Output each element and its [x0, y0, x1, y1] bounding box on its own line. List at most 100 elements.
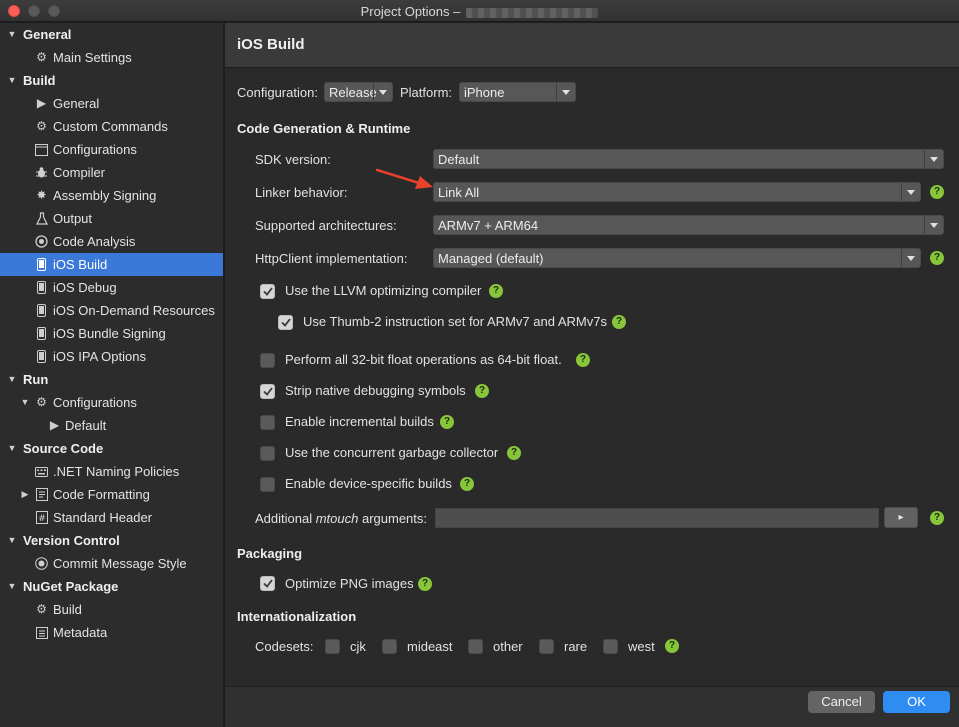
help-icon[interactable]: ?	[418, 577, 432, 591]
expanded-triangle-icon[interactable]: ▼	[6, 368, 18, 391]
thumb2-label: Use Thumb-2 instruction set for ARMv7 an…	[303, 314, 607, 329]
seal-icon: ✸	[36, 188, 47, 202]
expanded-triangle-icon[interactable]: ▼	[6, 69, 18, 92]
codeset-rare-checkbox[interactable]	[539, 639, 554, 654]
sidebar-item-compiler[interactable]: Compiler	[0, 161, 223, 184]
help-icon[interactable]: ?	[612, 315, 626, 329]
concurrent-gc-checkbox[interactable]	[260, 446, 275, 461]
sidebar-item-run-default[interactable]: ▶ Default	[0, 414, 223, 437]
linker-behavior-dropdown[interactable]: Link All	[433, 182, 921, 202]
sidebar-section-version-control[interactable]: ▼ Version Control	[0, 529, 223, 552]
help-icon[interactable]: ?	[930, 251, 944, 265]
play-icon: ▶	[49, 418, 60, 432]
help-icon[interactable]: ?	[489, 284, 503, 298]
sidebar-item-naming-policies[interactable]: .NET Naming Policies	[0, 460, 223, 483]
sidebar-item-ios-ipa-options[interactable]: iOS IPA Options	[0, 345, 223, 368]
sidebar-section-label: Run	[23, 372, 49, 387]
sidebar-section-source-code[interactable]: ▼ Source Code	[0, 437, 223, 460]
expanded-triangle-icon[interactable]: ▼	[6, 529, 18, 552]
sidebar-item-standard-header[interactable]: # Standard Header	[0, 506, 223, 529]
sidebar-item-output[interactable]: Output	[0, 207, 223, 230]
phone-icon	[35, 258, 48, 271]
help-icon[interactable]: ?	[930, 185, 944, 199]
sidebar-section-build[interactable]: ▼ Build	[0, 69, 223, 92]
help-icon[interactable]: ?	[665, 639, 679, 653]
device-specific-builds-label: Enable device-specific builds	[285, 476, 452, 491]
sidebar-section-label: NuGet Package	[23, 579, 119, 594]
bug-icon	[35, 166, 48, 179]
llvm-checkbox[interactable]	[260, 284, 275, 299]
float64-checkbox[interactable]	[260, 353, 275, 368]
help-icon[interactable]: ?	[507, 446, 521, 460]
codeset-mideast-label: mideast	[407, 639, 453, 654]
sidebar-item-ios-debug[interactable]: iOS Debug	[0, 276, 223, 299]
incremental-builds-checkbox[interactable]	[260, 415, 275, 430]
sidebar-item-code-formatting[interactable]: ▶ Code Formatting	[0, 483, 223, 506]
mtouch-arguments-label: Additional mtouch arguments:	[255, 511, 427, 526]
sidebar-item-main-settings[interactable]: ⚙ Main Settings	[0, 46, 223, 69]
sdk-version-dropdown[interactable]: Default	[433, 149, 944, 169]
codeset-cjk-checkbox[interactable]	[325, 639, 340, 654]
sidebar-item-label: iOS IPA Options	[53, 349, 146, 364]
sidebar-item-configurations[interactable]: Configurations	[0, 138, 223, 161]
sidebar-item-commit-message-style[interactable]: Commit Message Style	[0, 552, 223, 575]
httpclient-dropdown[interactable]: Managed (default)	[433, 248, 921, 268]
codeset-other-label: other	[493, 639, 523, 654]
chevron-down-icon	[924, 150, 943, 168]
configuration-dropdown[interactable]: Release	[324, 82, 393, 102]
gear-icon: ⚙	[36, 602, 47, 616]
sidebar-item-label: Code Analysis	[53, 234, 136, 249]
sidebar-item-label: Configurations	[53, 395, 137, 410]
sidebar-item-ios-bundle-signing[interactable]: iOS Bundle Signing	[0, 322, 223, 345]
mtouch-arguments-input[interactable]	[435, 508, 879, 528]
sidebar-item-label: Compiler	[53, 165, 106, 180]
concurrent-gc-label: Use the concurrent garbage collector	[285, 445, 499, 460]
thumb2-checkbox[interactable]	[278, 315, 293, 330]
redacted-project-name	[466, 7, 599, 18]
sidebar-item-label: Commit Message Style	[53, 556, 187, 571]
optimize-png-checkbox[interactable]	[260, 576, 275, 591]
optimize-png-label: Optimize PNG images	[285, 576, 414, 591]
help-icon[interactable]: ?	[576, 353, 590, 367]
device-specific-builds-checkbox[interactable]	[260, 477, 275, 492]
supported-architectures-dropdown[interactable]: ARMv7 + ARM64	[433, 215, 944, 235]
window-title-text: Project Options –	[360, 4, 461, 19]
expanded-triangle-icon[interactable]: ▼	[6, 437, 18, 460]
sidebar-item-custom-commands[interactable]: ⚙ Custom Commands	[0, 115, 223, 138]
sidebar-item-code-analysis[interactable]: Code Analysis	[0, 230, 223, 253]
configuration-label: Configuration:	[237, 85, 318, 100]
sidebar-item-ios-on-demand-resources[interactable]: iOS On-Demand Resources	[0, 299, 223, 322]
collapsed-triangle-icon[interactable]: ▶	[19, 483, 31, 506]
cancel-button[interactable]: Cancel	[808, 691, 875, 713]
sidebar-item-nuget-build[interactable]: ⚙ Build	[0, 598, 223, 621]
codeset-other-checkbox[interactable]	[468, 639, 483, 654]
strip-symbols-checkbox[interactable]	[260, 384, 275, 399]
sidebar-item-build-general[interactable]: ▶ General	[0, 92, 223, 115]
expanded-triangle-icon[interactable]: ▼	[6, 575, 18, 598]
sidebar-item-nuget-metadata[interactable]: Metadata	[0, 621, 223, 644]
ok-button[interactable]: OK	[883, 691, 950, 713]
help-icon[interactable]: ?	[930, 511, 944, 525]
sidebar-section-nuget-package[interactable]: ▼ NuGet Package	[0, 575, 223, 598]
expanded-triangle-icon[interactable]: ▼	[19, 391, 31, 414]
sidebar-section-general[interactable]: ▼ General	[0, 23, 223, 46]
platform-dropdown[interactable]: iPhone	[459, 82, 576, 102]
chevron-down-icon	[556, 83, 575, 101]
dialog-footer: Cancel OK	[225, 686, 959, 727]
sidebar-item-run-configurations[interactable]: ▼ ⚙ Configurations	[0, 391, 223, 414]
sidebar-section-run[interactable]: ▼ Run	[0, 368, 223, 391]
sidebar-item-ios-build[interactable]: iOS Build	[0, 253, 223, 276]
sidebar-item-label: Build	[53, 602, 82, 617]
codeset-west-checkbox[interactable]	[603, 639, 618, 654]
codeset-rare-label: rare	[564, 639, 588, 654]
title-bar: Project Options –	[0, 0, 959, 22]
help-icon[interactable]: ?	[460, 477, 474, 491]
expanded-triangle-icon[interactable]: ▼	[6, 23, 18, 46]
sidebar-item-assembly-signing[interactable]: ✸ Assembly Signing	[0, 184, 223, 207]
help-icon[interactable]: ?	[475, 384, 489, 398]
checkmark-icon	[263, 579, 273, 588]
mtouch-arguments-menu-button[interactable]: ▸	[884, 507, 918, 528]
help-icon[interactable]: ?	[440, 415, 454, 429]
codeset-mideast-checkbox[interactable]	[382, 639, 397, 654]
ios-build-panel: iOS Build Configuration: Release Platfor…	[225, 23, 959, 686]
